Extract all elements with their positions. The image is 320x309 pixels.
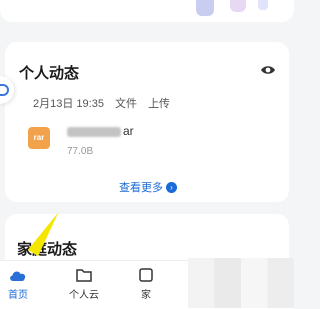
- nav-family[interactable]: 家: [118, 267, 174, 301]
- activity-date: 2月13日 19:35: [33, 98, 104, 110]
- activity-action: 上传: [148, 98, 171, 110]
- family-icon: [139, 268, 153, 282]
- file-name: ar: [67, 124, 134, 138]
- file-size: 77.0B: [67, 146, 94, 157]
- top-banner-strip: [0, 0, 294, 22]
- nav-personal-cloud[interactable]: 个人云: [56, 267, 112, 301]
- refresh-icon: [0, 84, 9, 96]
- nav-personal-cloud-label: 个人云: [69, 290, 99, 301]
- file-item[interactable]: rar ar 77.0B: [25, 114, 283, 160]
- activity-type: 文件: [115, 98, 137, 110]
- chevron-right-icon: ›: [166, 181, 177, 193]
- banner-decoration: [230, 0, 246, 12]
- cloud-icon: [10, 271, 26, 281]
- mosaic-overlay: [188, 258, 294, 308]
- rar-file-icon: rar: [28, 127, 50, 149]
- nav-home[interactable]: 首页: [0, 267, 46, 301]
- eye-icon[interactable]: [260, 64, 276, 76]
- banner-decoration: [196, 0, 214, 16]
- banner-decoration: [258, 0, 268, 10]
- redacted-filename: [67, 126, 121, 137]
- nav-home-label: 首页: [8, 290, 28, 301]
- personal-activity-card: 个人动态 2月13日 19:35 文件 上传 rar ar 77.0B 查看更多…: [5, 42, 289, 202]
- personal-activity-title: 个人动态: [19, 65, 80, 82]
- activity-meta: 2月13日 19:35 文件 上传: [33, 95, 178, 111]
- view-more-label: 查看更多: [119, 182, 163, 194]
- nav-family-label: 家: [141, 290, 151, 301]
- view-more-link[interactable]: 查看更多 ›: [119, 179, 177, 195]
- folder-icon: [76, 269, 92, 282]
- file-name-suffix: ar: [123, 124, 134, 138]
